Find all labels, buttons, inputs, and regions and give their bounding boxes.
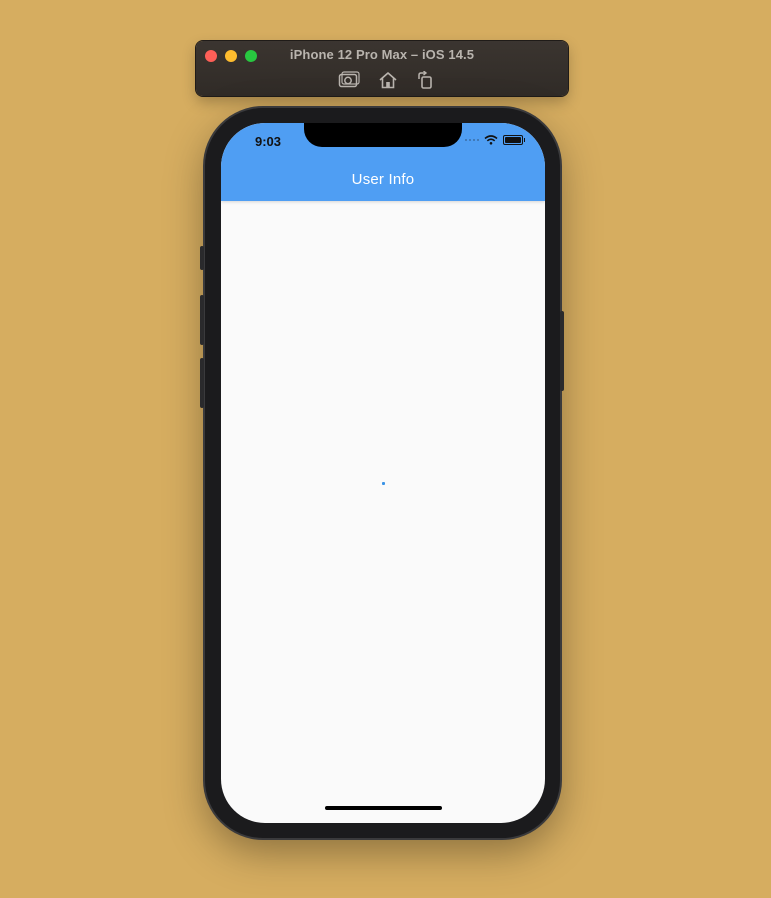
cellular-signal-icon: [465, 139, 479, 141]
iphone-frame: 9:03 User Info: [200, 108, 564, 838]
page-title: User Info: [351, 171, 415, 188]
app-bar: 9:03 User Info: [221, 123, 545, 201]
app-screen: 9:03 User Info: [221, 123, 545, 823]
simulator-toolbar: iPhone 12 Pro Max – iOS 14.5: [196, 41, 568, 96]
home-icon[interactable]: [376, 69, 400, 91]
mute-switch: [200, 246, 204, 270]
notch: [304, 123, 462, 147]
status-icons: [465, 135, 525, 145]
battery-icon: [503, 135, 525, 145]
home-indicator[interactable]: [325, 806, 442, 810]
loading-spinner: [382, 482, 385, 485]
desktop: iPhone 12 Pro Max – iOS 14.5 9:03 User I…: [0, 0, 771, 898]
wifi-icon: [484, 135, 498, 145]
status-time: 9:03: [255, 134, 282, 149]
simulator-title: iPhone 12 Pro Max – iOS 14.5: [289, 47, 475, 62]
rotate-icon[interactable]: [413, 69, 437, 91]
screenshot-icon[interactable]: [337, 69, 361, 91]
volume-up-button: [200, 295, 204, 345]
power-button: [560, 311, 564, 391]
volume-down-button: [200, 358, 204, 408]
